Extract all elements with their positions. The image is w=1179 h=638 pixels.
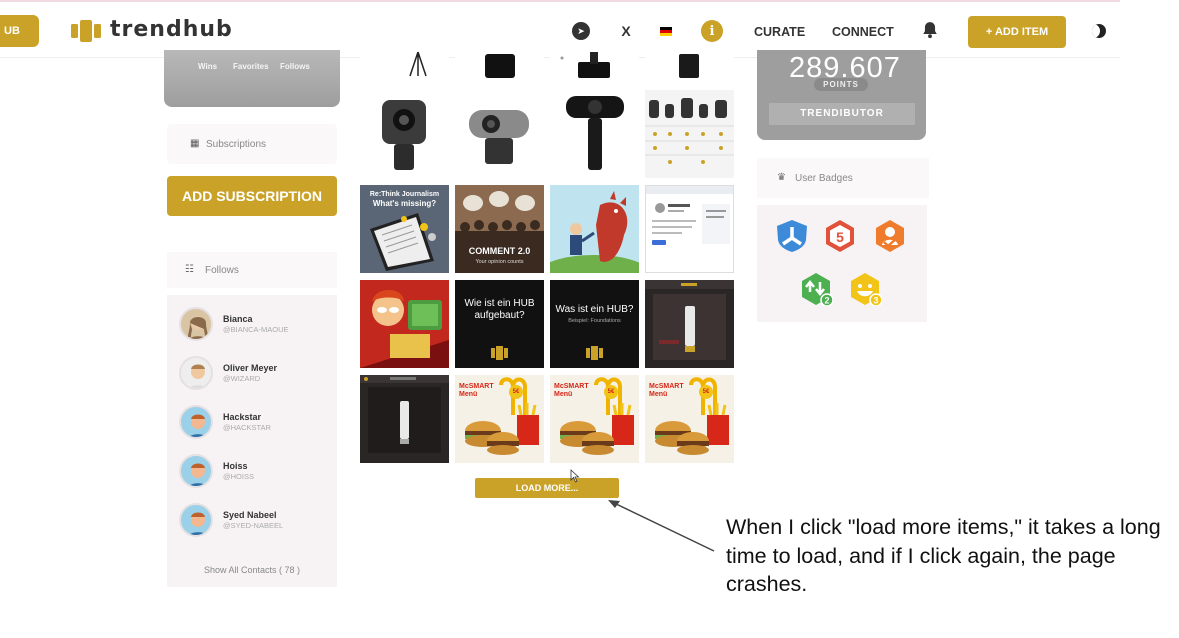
- contact-item[interactable]: Bianca @BIANCA-MAOUE: [179, 307, 329, 343]
- calendar-icon: ▦: [190, 138, 200, 149]
- avatar: [179, 356, 213, 390]
- grid-tile[interactable]: [360, 50, 449, 80]
- german-flag-icon[interactable]: [660, 27, 672, 36]
- price-badge: 5€: [699, 385, 713, 399]
- points-card: 289.607 POINTS TRENDIBUTOR: [757, 50, 926, 140]
- grid-tile[interactable]: Was ist ein HUB? Beispiel: Foundations: [550, 280, 639, 368]
- add-item-button[interactable]: + ADD ITEM: [968, 16, 1066, 48]
- annotation-arrow-icon: [608, 500, 715, 552]
- shield-badge-icon[interactable]: [775, 219, 809, 253]
- tile-title: McSMART Menü: [649, 383, 684, 398]
- page: UB trendhub ➤ X i CURATE CONNECT + ADD I…: [0, 0, 1179, 638]
- contact-handle: @WIZARD: [223, 374, 261, 383]
- mouse-cursor-icon: [570, 469, 580, 483]
- annotation-note: When I click "load more items," it takes…: [726, 515, 1161, 596]
- avatar: [179, 307, 213, 341]
- points-label: POINTS: [814, 78, 868, 91]
- stat-wins: Wins: [198, 62, 218, 71]
- arrows-badge-icon[interactable]: 2: [799, 272, 833, 306]
- follows-header: ☷ Follows: [167, 252, 337, 288]
- subscriptions-header[interactable]: ▦ Subscriptions: [167, 124, 337, 164]
- grid-tile[interactable]: COMMENT 2.0 Your opinion counts: [455, 185, 544, 273]
- follows-label: Follows: [205, 265, 239, 276]
- avatar: [179, 405, 213, 439]
- grid-tile[interactable]: McSMART Menü 5€: [645, 375, 734, 463]
- badge-count: 3: [873, 296, 878, 306]
- contact-handle: @HOISS: [223, 472, 254, 481]
- tile-title: COMMENT 2.0: [468, 246, 531, 256]
- trophy-icon: ♛: [777, 172, 786, 183]
- users-icon: ☷: [185, 264, 194, 275]
- grid-tile[interactable]: [360, 280, 449, 368]
- grid-tile[interactable]: Re:Think Journalism What's missing?: [360, 185, 449, 273]
- contact-name: Hoiss: [223, 461, 248, 471]
- tile-subtitle: Your opinion counts: [475, 259, 524, 265]
- smile-badge-icon[interactable]: 3: [848, 272, 882, 306]
- subscriptions-label: Subscriptions: [206, 139, 267, 150]
- contact-name: Syed Nabeel: [223, 510, 277, 520]
- tile-title: McSMART Menü: [459, 383, 494, 398]
- grid-tile[interactable]: [645, 185, 734, 273]
- avatar: [179, 503, 213, 537]
- grid-tile[interactable]: McSMART Menü 5€: [550, 375, 639, 463]
- grid-tile[interactable]: [455, 90, 544, 178]
- contact-item[interactable]: Hoiss @HOISS: [179, 454, 329, 490]
- five-badge-icon[interactable]: 5: [823, 219, 857, 253]
- show-all-contacts-link[interactable]: Show All Contacts ( 78 ): [167, 565, 337, 575]
- grid-tile[interactable]: [645, 90, 734, 178]
- brand-name[interactable]: trendhub: [110, 17, 233, 42]
- dark-mode-icon[interactable]: [1092, 24, 1106, 38]
- contact-name: Oliver Meyer: [223, 363, 278, 373]
- hub-tab[interactable]: UB: [0, 15, 39, 47]
- rank-label: TRENDIBUTOR: [769, 103, 915, 125]
- info-icon[interactable]: i: [701, 20, 723, 42]
- price-badge: 5€: [604, 385, 618, 399]
- grid-tile[interactable]: [455, 50, 544, 80]
- contact-item[interactable]: Syed Nabeel @SYED-NABEEL: [179, 503, 329, 539]
- check-badge-icon[interactable]: [873, 219, 907, 253]
- contact-handle: @HACKSTAR: [223, 423, 271, 432]
- nav-connect[interactable]: CONNECT: [832, 25, 894, 39]
- nav-curate[interactable]: CURATE: [754, 25, 805, 39]
- user-badges-header: ♛ User Badges: [757, 158, 929, 198]
- grid-tile[interactable]: [550, 50, 639, 80]
- stat-follows: Follows: [280, 62, 310, 71]
- badge-count: 2: [824, 296, 829, 306]
- grid-tile[interactable]: Wie ist ein HUB aufgebaut?: [455, 280, 544, 368]
- stat-favorites: Favorites: [233, 62, 269, 71]
- telegram-icon[interactable]: ➤: [572, 22, 590, 40]
- grid-tile[interactable]: McSMART Menü 5€: [455, 375, 544, 463]
- grid-tile[interactable]: [550, 90, 639, 178]
- user-badges-panel: 5 2 3: [757, 205, 927, 322]
- avatar: [179, 454, 213, 488]
- contacts-list: Bianca @BIANCA-MAOUE Oliver Meyer @WIZAR…: [167, 295, 337, 587]
- grid-tile[interactable]: [645, 280, 734, 368]
- badge-five-text: 5: [836, 229, 844, 245]
- contact-handle: @SYED-NABEEL: [223, 521, 284, 530]
- grid-tile[interactable]: [360, 375, 449, 463]
- contact-name: Hackstar: [223, 412, 262, 422]
- logo-icon[interactable]: [71, 20, 101, 42]
- add-subscription-button[interactable]: ADD SUBSCRIPTION: [167, 176, 337, 216]
- grid-tile[interactable]: [360, 90, 449, 178]
- x-icon[interactable]: X: [617, 22, 635, 40]
- profile-card: Wins Favorites Follows: [164, 50, 340, 107]
- contact-item[interactable]: Hackstar @HACKSTAR: [179, 405, 329, 441]
- contact-handle: @BIANCA-MAOUE: [223, 325, 289, 334]
- contact-name: Bianca: [223, 314, 253, 324]
- grid-tile[interactable]: [645, 50, 734, 80]
- tile-title: McSMART Menü: [554, 383, 589, 398]
- user-badges-label: User Badges: [795, 173, 853, 184]
- bell-icon[interactable]: [921, 21, 939, 39]
- load-more-button[interactable]: LOAD MORE...: [475, 478, 619, 498]
- contact-item[interactable]: Oliver Meyer @WIZARD: [179, 356, 329, 392]
- price-badge: 5€: [509, 385, 523, 399]
- grid-tile[interactable]: [550, 185, 639, 273]
